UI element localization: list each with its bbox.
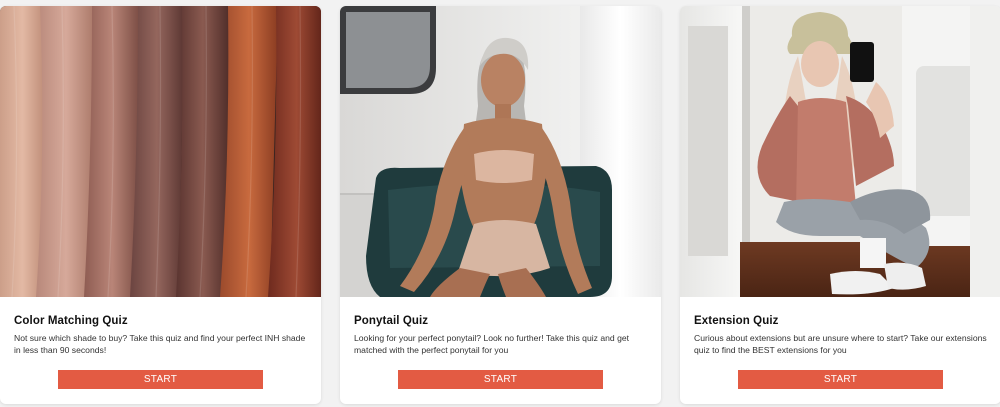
card-description: Not sure which shade to buy? Take this q… xyxy=(14,333,306,355)
card-description: Curious about extensions but are unsure … xyxy=(694,333,987,355)
quiz-card-color-matching: Color Matching Quiz Not sure which shade… xyxy=(0,6,321,404)
card-title: Extension Quiz xyxy=(694,315,779,327)
hair-swatches-image xyxy=(0,6,321,297)
start-button[interactable]: START xyxy=(738,370,943,389)
quiz-card-extension: Extension Quiz Curious about extensions … xyxy=(680,6,1000,404)
ponytail-model-image xyxy=(340,6,661,297)
extension-model-image xyxy=(680,6,1000,297)
card-title: Color Matching Quiz xyxy=(14,315,128,327)
start-button[interactable]: START xyxy=(398,370,603,389)
card-description: Looking for your perfect ponytail? Look … xyxy=(354,333,630,355)
quiz-card-row: Color Matching Quiz Not sure which shade… xyxy=(0,0,1000,407)
start-button[interactable]: START xyxy=(58,370,263,389)
quiz-card-ponytail: Ponytail Quiz Looking for your perfect p… xyxy=(340,6,661,404)
card-title: Ponytail Quiz xyxy=(354,315,429,327)
